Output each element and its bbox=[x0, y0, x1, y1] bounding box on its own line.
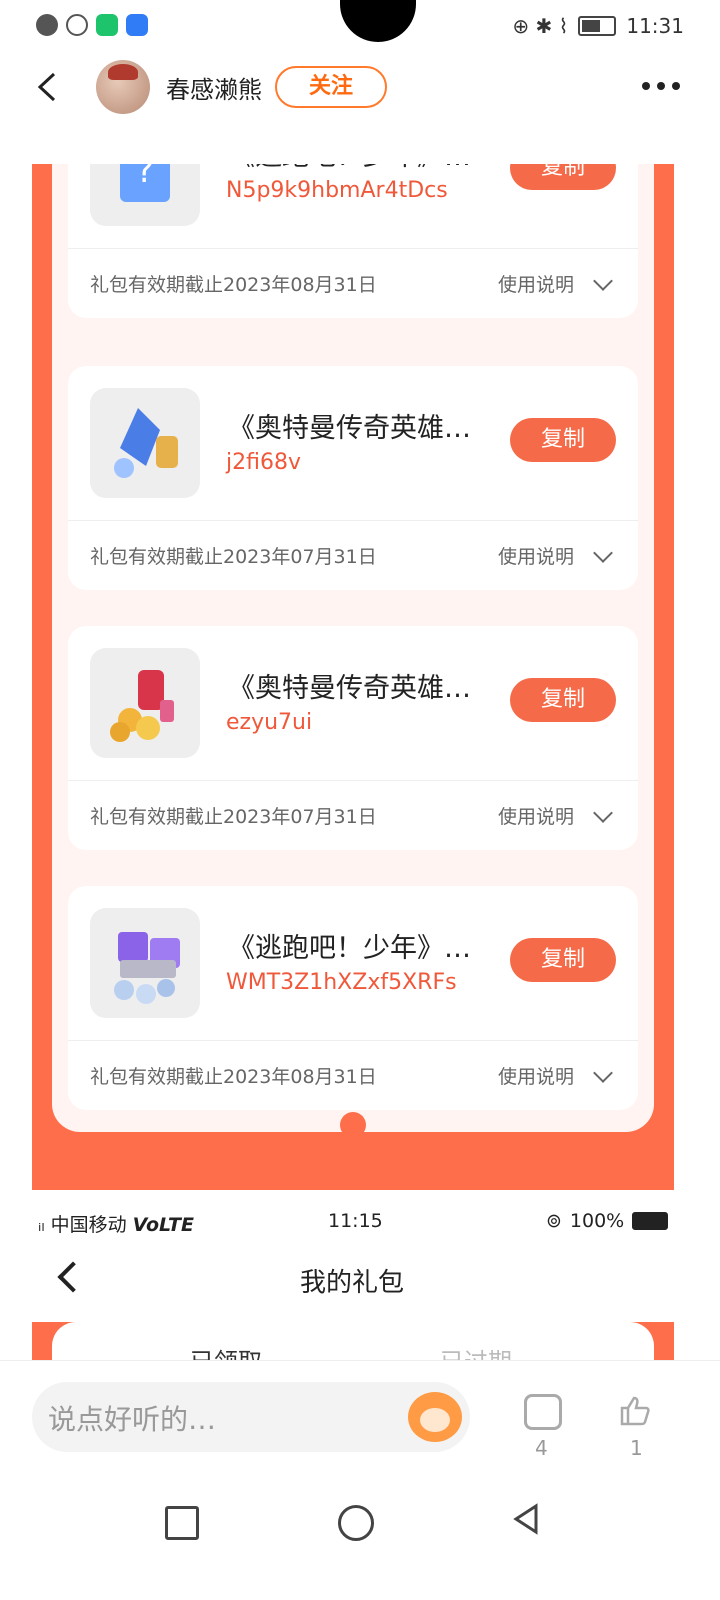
svg-text:?: ? bbox=[136, 164, 154, 191]
instructions-toggle[interactable]: 使用说明 bbox=[498, 542, 574, 569]
camera-cutout bbox=[340, 0, 416, 42]
embedded-tab-panel bbox=[52, 1322, 654, 1360]
comment-count: 4 bbox=[535, 1436, 548, 1460]
gift-thumbnail bbox=[90, 908, 200, 1018]
tickets-coins-icon bbox=[114, 932, 180, 1004]
follow-button[interactable]: 关注 bbox=[275, 66, 387, 108]
gift-title: 《奥特曼传奇英雄》… bbox=[228, 673, 496, 704]
instructions-toggle[interactable]: 使用说明 bbox=[498, 270, 574, 297]
volte-label: VoLTE bbox=[132, 1214, 194, 1236]
lock-rotation-icon: ⊚ bbox=[546, 1210, 562, 1232]
gift-title: 《奥特曼传奇英雄》… bbox=[228, 413, 496, 444]
post-image: ? 《逃跑吧！少年》金… N5p9k9hbmAr4tDcs 复制 礼包有效期截止… bbox=[32, 164, 674, 1190]
gift-card: ? 《逃跑吧！少年》金… N5p9k9hbmAr4tDcs 复制 礼包有效期截止… bbox=[68, 164, 638, 318]
camera-app-icon bbox=[96, 14, 118, 36]
chevron-down-icon[interactable] bbox=[593, 271, 613, 291]
chat-notification-icon bbox=[36, 14, 58, 36]
expiry-text: 礼包有效期截止2023年08月31日 bbox=[90, 274, 377, 296]
like-count: 1 bbox=[630, 1436, 643, 1460]
divider bbox=[68, 520, 638, 521]
notification-icons bbox=[36, 14, 148, 36]
signal-icons: ⊕ ✱ ⌇ bbox=[512, 14, 569, 38]
back-arrow-icon[interactable] bbox=[34, 72, 64, 102]
carrier-name: 中国移动 bbox=[50, 1214, 127, 1236]
back-nav-button[interactable] bbox=[512, 1503, 540, 1535]
panel-notch bbox=[340, 1112, 366, 1138]
thumbs-up-icon[interactable] bbox=[618, 1396, 650, 1426]
divider bbox=[68, 780, 638, 781]
instructions-toggle[interactable]: 使用说明 bbox=[498, 1062, 574, 1089]
gift-thumbnail: ? bbox=[90, 164, 200, 226]
username[interactable]: 春感濑熊 bbox=[166, 70, 262, 105]
embedded-tab-band bbox=[32, 1322, 674, 1360]
expiry-text: 礼包有效期截止2023年08月31日 bbox=[90, 1066, 377, 1088]
gift-title: 《逃跑吧！少年》蔚… bbox=[228, 933, 496, 964]
copy-button[interactable]: 复制 bbox=[510, 938, 616, 982]
status-time: 11:31 bbox=[626, 14, 684, 38]
instructions-toggle[interactable]: 使用说明 bbox=[498, 802, 574, 829]
copy-button[interactable]: 复制 bbox=[510, 678, 616, 722]
gold-coins-icon bbox=[110, 670, 174, 742]
gift-thumbnail bbox=[90, 648, 200, 758]
home-button[interactable] bbox=[338, 1505, 374, 1541]
carrier-info: ᵢₗ 中国移动 VoLTE bbox=[38, 1210, 194, 1237]
divider bbox=[68, 1040, 638, 1041]
comment-placeholder[interactable]: 说点好听的… bbox=[48, 1398, 216, 1438]
expiry-text: 礼包有效期截止2023年07月31日 bbox=[90, 806, 377, 828]
copy-button[interactable]: 复制 bbox=[510, 164, 616, 190]
gift-card: 《奥特曼传奇英雄》… j2fi68v 复制 礼包有效期截止2023年07月31日… bbox=[68, 366, 638, 590]
comment-icon[interactable] bbox=[524, 1394, 562, 1430]
shield-app-icon bbox=[126, 14, 148, 36]
timer-icon bbox=[66, 14, 88, 36]
copy-button[interactable]: 复制 bbox=[510, 418, 616, 462]
mascot-emoji-icon[interactable] bbox=[408, 1392, 462, 1442]
divider bbox=[68, 248, 638, 249]
chevron-down-icon[interactable] bbox=[593, 1063, 613, 1083]
status-bar: ⊕ ✱ ⌇ 11:31 bbox=[0, 0, 720, 52]
embedded-time: 11:15 bbox=[328, 1210, 383, 1232]
gift-code: WMT3Z1hXZxf5XRFs bbox=[226, 970, 457, 995]
gift-card: 《奥特曼传奇英雄》… ezyu7ui 复制 礼包有效期截止2023年07月31日… bbox=[68, 626, 638, 850]
gift-code: j2fi68v bbox=[226, 450, 301, 475]
battery-icon bbox=[578, 16, 617, 36]
expiry-text: 礼包有效期截止2023年07月31日 bbox=[90, 546, 377, 568]
embedded-battery: ⊚ 100% bbox=[546, 1210, 669, 1232]
chevron-down-icon[interactable] bbox=[593, 543, 613, 563]
battery-percent: 100% bbox=[569, 1210, 625, 1232]
gift-thumbnail bbox=[90, 388, 200, 498]
more-options-icon[interactable] bbox=[642, 82, 680, 90]
mystery-card-icon: ? bbox=[120, 164, 170, 202]
chevron-down-icon[interactable] bbox=[593, 803, 613, 823]
avatar[interactable] bbox=[96, 60, 150, 114]
recent-apps-button[interactable] bbox=[165, 1506, 199, 1540]
battery-icon bbox=[632, 1212, 669, 1230]
gift-code: ezyu7ui bbox=[226, 710, 313, 735]
embedded-back-icon bbox=[57, 1261, 89, 1293]
gift-card: 《逃跑吧！少年》蔚… WMT3Z1hXZxf5XRFs 复制 礼包有效期截止20… bbox=[68, 886, 638, 1110]
status-right: ⊕ ✱ ⌇ 11:31 bbox=[512, 14, 684, 38]
crystal-icon bbox=[114, 408, 178, 478]
embedded-page-title: 我的礼包 bbox=[300, 1268, 405, 1298]
gift-title: 《逃跑吧！少年》金… bbox=[228, 164, 496, 173]
gift-code: N5p9k9hbmAr4tDcs bbox=[226, 178, 448, 203]
signal-icon: ᵢₗ bbox=[38, 1214, 51, 1236]
